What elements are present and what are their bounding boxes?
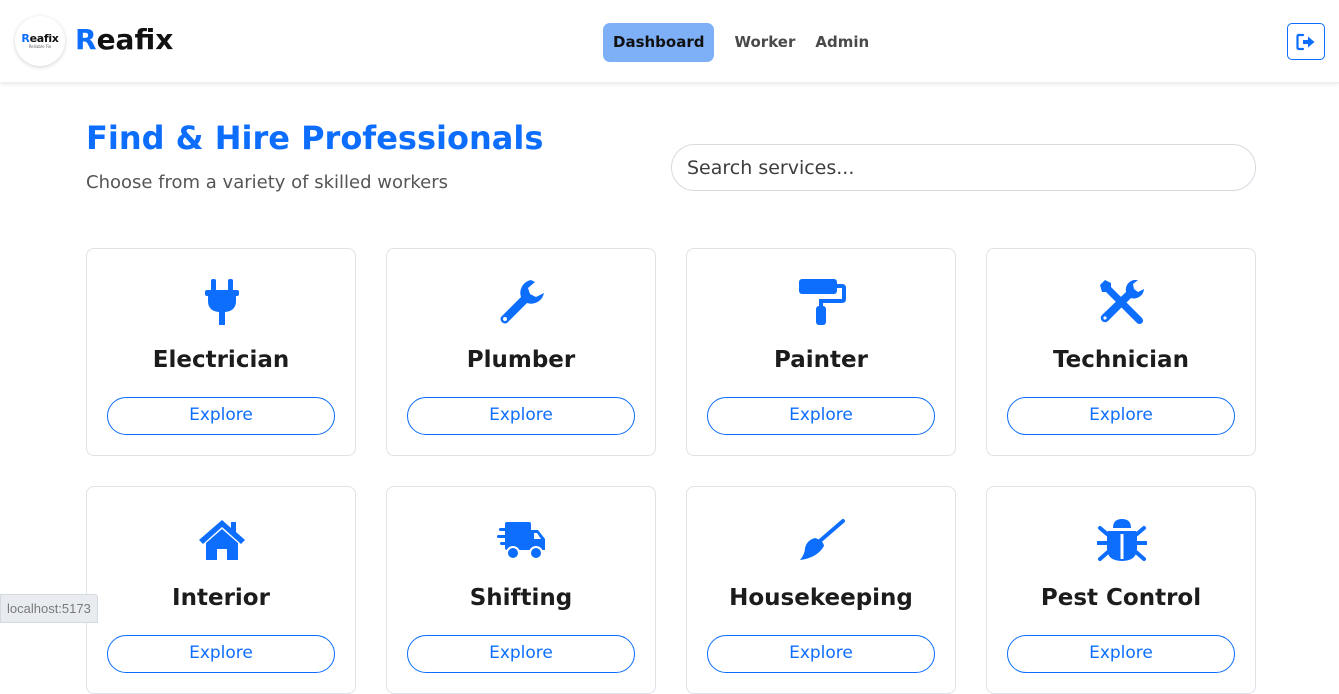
tools-icon (1097, 277, 1147, 327)
service-card-housekeeping: Housekeeping Explore (686, 486, 956, 694)
nav-item-dashboard[interactable]: Dashboard (603, 23, 715, 62)
service-card-technician: Technician Explore (986, 248, 1256, 456)
service-name: Interior (172, 585, 270, 611)
explore-button[interactable]: Explore (1007, 397, 1235, 435)
service-name: Shifting (469, 585, 573, 611)
page-title: Find & Hire Professionals (86, 119, 544, 157)
explore-button[interactable]: Explore (707, 397, 935, 435)
logo-wordmark: Reafix (21, 32, 59, 45)
service-card-painter: Painter Explore (686, 248, 956, 456)
service-name: Painter (774, 347, 868, 373)
broom-icon (797, 515, 847, 565)
logo-tagline: Reliable Fix (28, 44, 52, 49)
service-name: Electrician (152, 347, 290, 373)
main-nav: Dashboard Worker Admin (603, 23, 879, 62)
brand-name[interactable]: Reafix (75, 22, 173, 58)
explore-button[interactable]: Explore (107, 635, 335, 673)
plug-icon (197, 277, 247, 327)
service-card-interior: Interior Explore (86, 486, 356, 694)
sign-out-icon (1296, 33, 1315, 50)
bug-icon (1097, 515, 1147, 565)
service-card-plumber: Plumber Explore (386, 248, 656, 456)
logout-button[interactable] (1287, 23, 1325, 60)
home-icon (197, 515, 247, 565)
service-name: Plumber (466, 347, 576, 373)
service-card-pest-control: Pest Control Explore (986, 486, 1256, 694)
page-subtitle: Choose from a variety of skilled workers (86, 172, 448, 193)
navbar: Reafix Reliable Fix Reafix Dashboard Wor… (0, 0, 1339, 83)
explore-button[interactable]: Explore (407, 635, 635, 673)
explore-button[interactable]: Explore (407, 397, 635, 435)
explore-button[interactable]: Explore (107, 397, 335, 435)
service-card-shifting: Shifting Explore (386, 486, 656, 694)
nav-item-worker[interactable]: Worker (724, 23, 805, 62)
truck-fast-icon (497, 515, 547, 565)
explore-button[interactable]: Explore (707, 635, 935, 673)
service-card-electrician: Electrician Explore (86, 248, 356, 456)
paint-roller-icon (797, 277, 847, 327)
brand-logo[interactable]: Reafix Reliable Fix (15, 16, 65, 66)
service-name: Pest Control (1040, 585, 1202, 611)
nav-item-admin[interactable]: Admin (805, 23, 879, 62)
wrench-icon (497, 277, 547, 327)
search-input[interactable] (671, 144, 1256, 191)
explore-button[interactable]: Explore (1007, 635, 1235, 673)
status-bar-url: localhost:5173 (0, 594, 98, 623)
service-name: Housekeeping (729, 585, 913, 611)
service-name: Technician (1053, 347, 1189, 373)
